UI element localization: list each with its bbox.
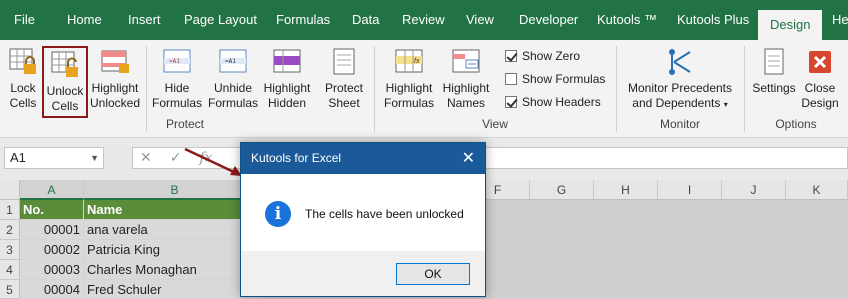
checkbox-unchecked-icon — [505, 73, 517, 85]
tab-page-layout[interactable]: Page Layout — [184, 0, 257, 40]
row-header[interactable]: 4 — [0, 260, 20, 280]
table-cell[interactable]: 00002 — [20, 240, 84, 260]
close-design-button[interactable]: Close Design — [799, 46, 841, 111]
kutools-message-dialog: Kutools for Excel ✕ i The cells have bee… — [240, 142, 486, 297]
hide-formulas-icon: =A1 — [163, 49, 191, 73]
highlight-unlocked-button[interactable]: Highlight Unlocked — [88, 46, 142, 111]
ribbon: Lock Cells Unlock Cells Highlight Unlock… — [0, 40, 848, 138]
svg-text:fx: fx — [414, 58, 420, 65]
table-cell[interactable]: Patricia King — [84, 240, 266, 260]
tab-kutools-plus[interactable]: Kutools Plus — [677, 0, 749, 40]
cancel-icon[interactable]: ✕ — [140, 149, 170, 165]
dialog-message: The cells have been unlocked — [305, 207, 464, 221]
close-icon — [809, 51, 831, 73]
chevron-down-icon: ▾ — [723, 100, 728, 109]
highlight-unlocked-icon — [101, 50, 129, 73]
highlight-names-button[interactable]: Highlight Names — [440, 46, 492, 111]
table-cell[interactable]: 00001 — [20, 220, 84, 240]
unhide-formulas-icon: =A1 — [219, 49, 247, 73]
group-label-view: View — [482, 117, 508, 131]
checkbox-checked-icon — [505, 96, 517, 108]
info-icon: i — [265, 201, 291, 227]
tab-home[interactable]: Home — [67, 0, 102, 40]
tab-view[interactable]: View — [466, 0, 494, 40]
row-header[interactable]: 5 — [0, 280, 20, 299]
show-headers-checkbox[interactable]: Show Headers — [505, 95, 601, 109]
dialog-footer: OK — [241, 251, 485, 296]
column-header[interactable]: K — [786, 180, 848, 200]
column-header[interactable]: J — [722, 180, 786, 200]
unlock-cells-button[interactable]: Unlock Cells — [42, 46, 88, 118]
table-header-cell[interactable]: No. — [20, 200, 84, 220]
show-formulas-checkbox[interactable]: Show Formulas — [505, 72, 605, 86]
row-header[interactable]: 1 — [0, 200, 20, 220]
chevron-down-icon: ▼ — [90, 153, 99, 163]
unhide-formulas-button[interactable]: =A1 Unhide Formulas — [206, 46, 260, 111]
monitor-precedents-dependents-button[interactable]: Monitor Precedents and Dependents ▾ — [624, 46, 736, 112]
show-zero-checkbox[interactable]: Show Zero — [505, 49, 580, 63]
tab-formulas[interactable]: Formulas — [276, 0, 330, 40]
hide-formulas-button[interactable]: =A1 Hide Formulas — [150, 46, 204, 111]
ribbon-separator — [744, 46, 745, 132]
group-label-monitor: Monitor — [659, 117, 700, 131]
tab-design[interactable]: Design — [758, 10, 823, 40]
column-header[interactable]: H — [594, 180, 658, 200]
highlight-hidden-button[interactable]: Highlight Hidden — [260, 46, 314, 111]
table-cell[interactable]: Charles Monaghan — [84, 260, 266, 280]
column-header[interactable]: A — [20, 180, 84, 200]
tab-file[interactable]: File — [14, 0, 35, 40]
close-icon[interactable]: ✕ — [462, 143, 475, 174]
row-header[interactable]: 2 — [0, 220, 20, 240]
table-cell[interactable]: 00004 — [20, 280, 84, 299]
unlock-cells-icon — [51, 51, 78, 77]
ribbon-separator — [616, 46, 617, 132]
lock-cells-icon — [9, 48, 36, 74]
svg-text:=A1: =A1 — [225, 58, 236, 65]
name-box[interactable]: A1 ▼ — [4, 147, 104, 169]
column-header[interactable]: I — [658, 180, 722, 200]
row-header[interactable]: 3 — [0, 240, 20, 260]
protect-sheet-button[interactable]: Protect Sheet — [320, 46, 368, 111]
highlight-formulas-button[interactable]: fx Highlight Formulas — [380, 46, 438, 111]
select-all-corner[interactable] — [0, 180, 20, 200]
tab-help[interactable]: He — [832, 0, 848, 40]
trace-arrows-icon — [669, 49, 691, 75]
tab-developer[interactable]: Developer — [519, 0, 578, 40]
table-header-cell[interactable]: Name — [84, 200, 266, 220]
group-label-protect: Protect — [165, 117, 204, 131]
highlight-hidden-icon — [273, 49, 301, 73]
table-cell[interactable]: ana varela — [84, 220, 266, 240]
settings-button[interactable]: Settings — [750, 46, 798, 96]
protect-sheet-icon — [333, 48, 355, 75]
dialog-title-bar: Kutools for Excel ✕ — [241, 143, 485, 174]
svg-text:=A1: =A1 — [169, 58, 180, 65]
table-cell[interactable]: 00003 — [20, 260, 84, 280]
highlight-formulas-icon: fx — [395, 49, 423, 73]
group-label-options: Options — [775, 117, 817, 131]
highlight-names-icon — [452, 49, 480, 73]
tab-insert[interactable]: Insert — [128, 0, 161, 40]
column-header[interactable]: G — [530, 180, 594, 200]
column-header[interactable]: B — [84, 180, 266, 200]
ok-button[interactable]: OK — [396, 263, 470, 285]
tab-kutools[interactable]: Kutools ™ — [597, 0, 657, 40]
tab-review[interactable]: Review — [402, 0, 445, 40]
tab-data[interactable]: Data — [352, 0, 379, 40]
menu-bar: File Home Insert Page Layout Formulas Da… — [0, 0, 848, 40]
checkbox-checked-icon — [505, 50, 517, 62]
table-cell[interactable]: Fred Schuler — [84, 280, 266, 299]
dialog-title: Kutools for Excel — [251, 151, 342, 165]
lock-cells-button[interactable]: Lock Cells — [4, 46, 42, 111]
ribbon-separator — [374, 46, 375, 132]
settings-document-icon — [764, 48, 784, 75]
